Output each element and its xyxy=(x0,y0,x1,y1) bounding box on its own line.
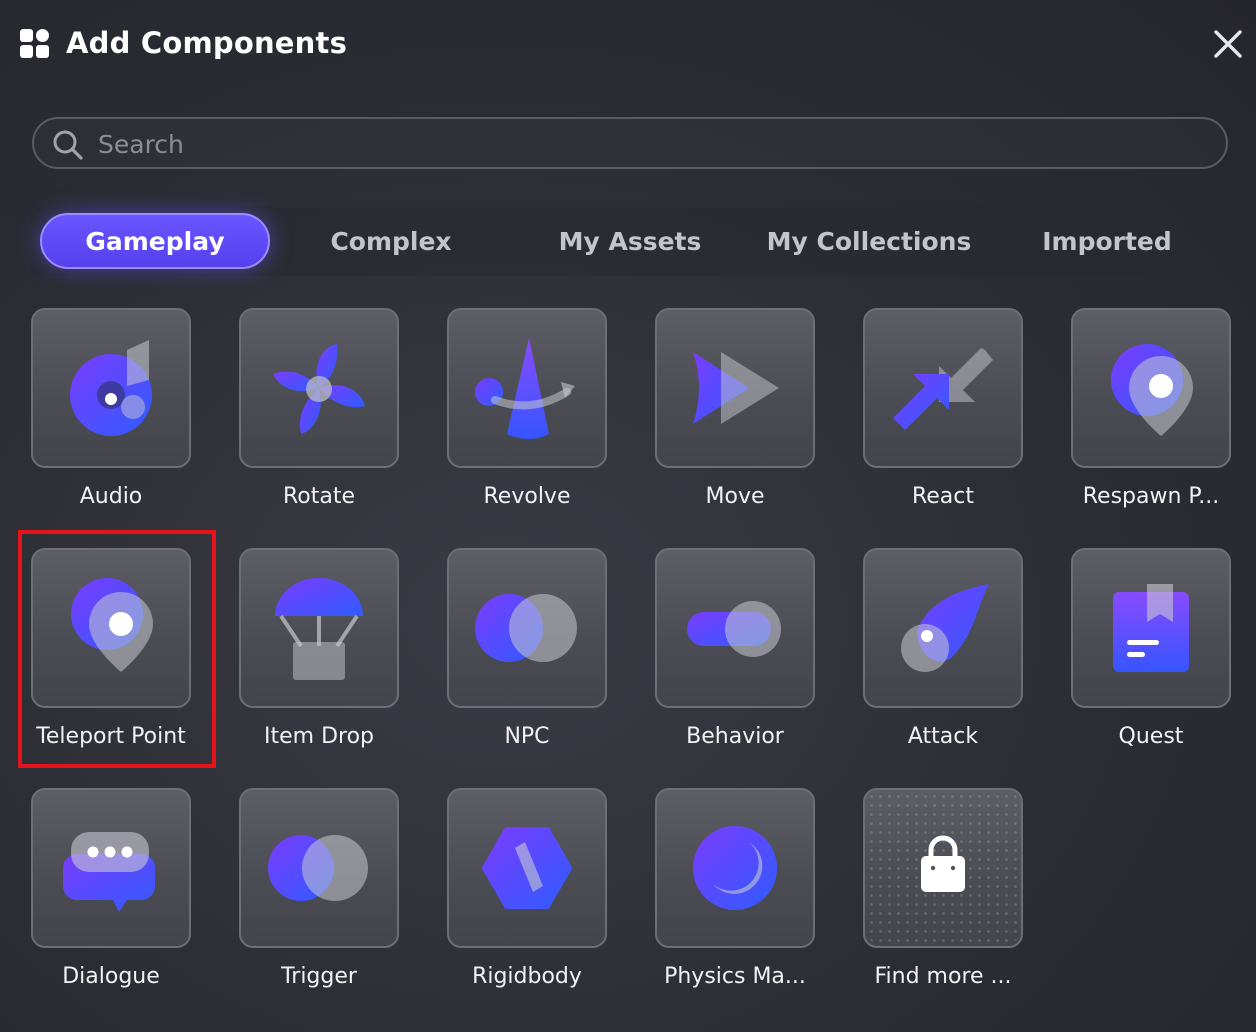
dialog-title: Add Components xyxy=(66,26,348,60)
component-tile xyxy=(863,548,1023,708)
location-pin-icon xyxy=(1111,344,1193,436)
component-label: Quest xyxy=(1118,724,1184,749)
hexagon-icon xyxy=(482,827,572,909)
tab-gameplay[interactable]: Gameplay xyxy=(40,213,270,269)
search-icon xyxy=(52,129,84,161)
component-label: Physics Ma... xyxy=(664,964,806,989)
component-tile xyxy=(863,788,1023,948)
close-icon[interactable] xyxy=(1210,26,1246,62)
component-audio[interactable]: Audio xyxy=(31,308,191,538)
component-rigidbody[interactable]: Rigidbody xyxy=(447,788,607,1018)
lock-icon xyxy=(921,835,965,892)
tab-label: My Collections xyxy=(766,226,972,256)
tab-label: Gameplay xyxy=(85,226,225,256)
parachute-icon xyxy=(275,578,363,680)
component-label: Audio xyxy=(79,484,143,509)
component-tile xyxy=(1071,308,1231,468)
tab-my-collections[interactable]: My Collections xyxy=(754,214,984,268)
comet-icon xyxy=(901,584,989,672)
component-react[interactable]: React xyxy=(863,308,1023,538)
component-tile xyxy=(239,308,399,468)
audio-icon xyxy=(70,340,152,436)
tab-complex[interactable]: Complex xyxy=(276,214,506,268)
component-move[interactable]: Move xyxy=(655,308,815,538)
component-label: NPC xyxy=(504,724,550,749)
react-arrows-icon xyxy=(893,348,993,430)
component-tile xyxy=(655,548,815,708)
component-label: Dialogue xyxy=(62,964,160,989)
component-rotate[interactable]: Rotate xyxy=(239,308,399,538)
component-tile xyxy=(239,548,399,708)
toggle-icon xyxy=(687,601,781,657)
component-behavior[interactable]: Behavior xyxy=(655,548,815,778)
component-tile xyxy=(447,548,607,708)
quest-book-icon xyxy=(1113,584,1189,672)
component-respawn-point[interactable]: Respawn P... xyxy=(1071,308,1231,538)
grid-icon xyxy=(20,29,50,59)
component-label: Item Drop xyxy=(264,724,374,749)
component-revolve[interactable]: Revolve xyxy=(447,308,607,538)
category-tabs: Gameplay Complex My Assets My Collection… xyxy=(30,206,1230,276)
move-icon xyxy=(693,352,779,424)
tab-label: Imported xyxy=(1042,226,1172,256)
component-quest[interactable]: Quest xyxy=(1071,548,1231,778)
trigger-circles-icon xyxy=(268,835,368,901)
component-label: Trigger xyxy=(281,964,357,989)
component-tile xyxy=(239,788,399,948)
component-physics-material[interactable]: Physics Ma... xyxy=(655,788,815,1018)
moon-icon xyxy=(693,826,777,910)
component-trigger[interactable]: Trigger xyxy=(239,788,399,1018)
component-find-more[interactable]: Find more ... xyxy=(863,788,1023,1018)
component-tile xyxy=(31,788,191,948)
component-npc[interactable]: NPC xyxy=(447,548,607,778)
component-item-drop[interactable]: Item Drop xyxy=(239,548,399,778)
dialog-header: Add Components xyxy=(0,0,1256,90)
component-tile xyxy=(1071,548,1231,708)
component-tile xyxy=(863,308,1023,468)
tab-imported[interactable]: Imported xyxy=(992,214,1222,268)
fan-icon xyxy=(273,344,365,434)
component-attack[interactable]: Attack xyxy=(863,548,1023,778)
tab-label: Complex xyxy=(330,226,452,256)
component-tile xyxy=(655,308,815,468)
component-tile xyxy=(447,788,607,948)
component-label: React xyxy=(911,484,975,509)
tab-label: My Assets xyxy=(558,226,702,256)
search-input[interactable] xyxy=(96,125,1200,163)
component-label: Rotate xyxy=(282,484,356,509)
component-label: Respawn P... xyxy=(1082,484,1220,509)
chat-bubble-icon xyxy=(63,832,155,912)
component-label: Revolve xyxy=(483,484,571,509)
component-tile xyxy=(447,308,607,468)
component-tile xyxy=(31,308,191,468)
tab-my-assets[interactable]: My Assets xyxy=(515,214,745,268)
component-label: Behavior xyxy=(686,724,784,749)
search-bar[interactable] xyxy=(32,117,1228,169)
component-label: Rigidbody xyxy=(472,964,582,989)
npc-circles-icon xyxy=(475,594,577,662)
revolve-icon xyxy=(475,338,575,439)
component-tile xyxy=(655,788,815,948)
component-dialogue[interactable]: Dialogue xyxy=(31,788,191,1018)
component-label: Attack xyxy=(907,724,979,749)
component-label: Find more ... xyxy=(874,964,1012,989)
component-label: Move xyxy=(705,484,765,509)
selection-highlight xyxy=(18,530,216,768)
